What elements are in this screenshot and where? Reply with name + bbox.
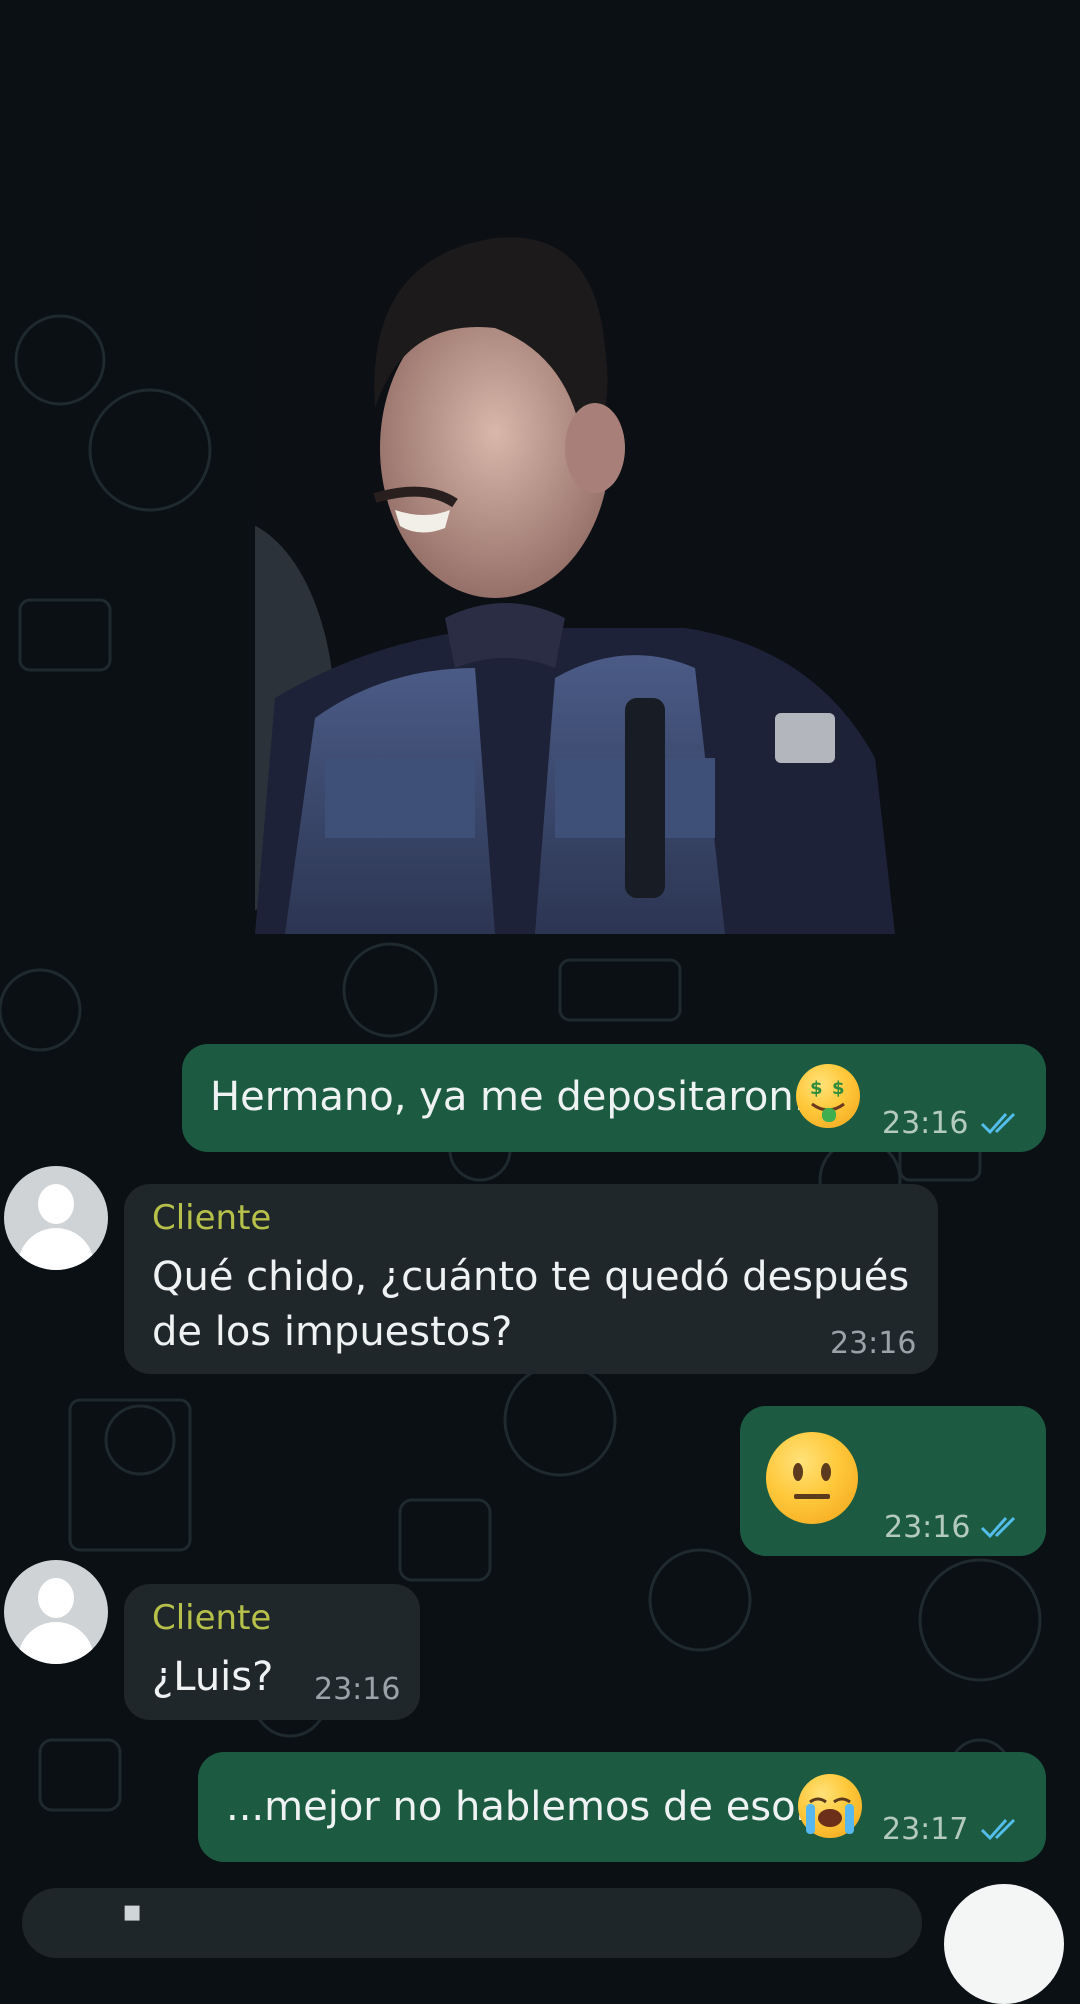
sender-name: Cliente (152, 1198, 272, 1238)
message-time: 23:17 (882, 1812, 969, 1847)
contact-avatar-icon[interactable] (4, 1560, 108, 1664)
neutral-face-icon (766, 1432, 858, 1524)
message-text: ...mejor no hablemos de eso. (226, 1784, 808, 1830)
double-check-icon (980, 1112, 1016, 1135)
message-outgoing[interactable]: Hermano, ya me depositaron. $ $ 23:16 (182, 1044, 1046, 1152)
loudly-crying-face-icon (798, 1774, 862, 1838)
message-outgoing[interactable]: 23:16 (740, 1406, 1046, 1556)
shared-photo[interactable] (255, 198, 925, 934)
message-text: Qué chido, ¿cuánto te quedó después de l… (152, 1254, 910, 1355)
message-text: Hermano, ya me depositaron. (210, 1074, 807, 1120)
double-check-icon (980, 1516, 1016, 1539)
message-outgoing[interactable]: ...mejor no hablemos de eso. 23:17 (198, 1752, 1046, 1862)
money-mouth-face-icon: $ $ (796, 1064, 860, 1128)
mic-icon[interactable] (944, 1884, 1064, 2004)
svg-text:$: $ (810, 1078, 823, 1099)
message-incoming[interactable]: Cliente Qué chido, ¿cuánto te quedó desp… (124, 1184, 938, 1374)
double-check-icon (980, 1818, 1016, 1841)
message-time: 23:16 (882, 1106, 969, 1141)
sender-name: Cliente (152, 1598, 272, 1638)
message-incoming[interactable]: Cliente ¿Luis? 23:16 (124, 1584, 420, 1720)
message-time: 23:16 (830, 1326, 917, 1361)
message-time: 23:16 (314, 1672, 401, 1707)
svg-text:$: $ (832, 1078, 845, 1099)
input-placeholder: ▪ (122, 1894, 143, 1929)
contact-avatar-icon[interactable] (4, 1166, 108, 1270)
message-time: 23:16 (884, 1510, 971, 1545)
message-text: ¿Luis? (152, 1654, 274, 1700)
message-input[interactable]: ▪ (22, 1888, 922, 1958)
